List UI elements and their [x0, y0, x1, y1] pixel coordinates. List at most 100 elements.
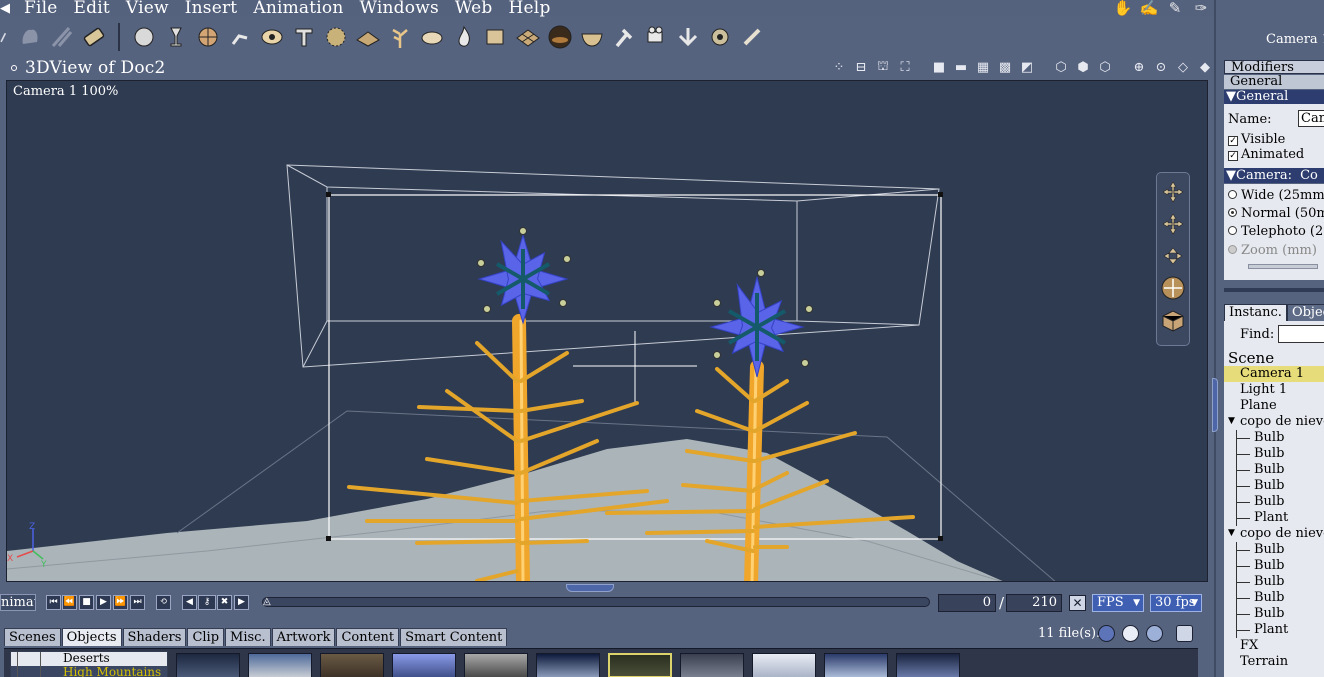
total-frames-field[interactable]: 210 — [1006, 594, 1062, 612]
group-icon[interactable] — [672, 21, 704, 53]
visible-checkbox[interactable]: ✓ Visible — [1228, 132, 1285, 147]
rotate-camera-icon[interactable]: ⊕ — [1130, 58, 1148, 76]
hierarchy-row[interactable]: Bulb — [1224, 542, 1324, 558]
frame-rate-dropdown[interactable]: 30 fps ▼ — [1150, 594, 1202, 612]
cube-wire-icon[interactable]: ◇ — [1174, 58, 1192, 76]
library-thumbnail[interactable] — [680, 653, 744, 677]
menu-animation[interactable]: Animation — [245, 0, 351, 17]
lens-telephoto-radio[interactable]: Telephoto (200mm) — [1228, 224, 1324, 239]
next-key-button[interactable]: ▶ — [234, 595, 249, 610]
metaball-icon[interactable] — [192, 21, 224, 53]
go-to-end-button[interactable]: ⏭ — [130, 595, 145, 610]
3d-viewport[interactable]: Z X Y Camera 1 100% — [6, 80, 1208, 582]
expand-triangle-icon[interactable]: ▼ — [1228, 414, 1235, 429]
lathe-object-icon[interactable] — [160, 21, 192, 53]
library-thumbnail[interactable] — [752, 653, 816, 677]
tab-clip[interactable]: Clip — [187, 628, 225, 646]
current-frame-field[interactable]: 0 — [938, 594, 996, 612]
camera-section-header[interactable]: ▼Camera: Co — [1224, 168, 1324, 183]
timeline-options-button[interactable]: ✕ — [1069, 595, 1086, 611]
library-menu-icon[interactable] — [1176, 625, 1193, 642]
hierarchy-row[interactable]: FX — [1224, 638, 1324, 654]
window-close-icon[interactable] — [11, 65, 17, 71]
hierarchy-row[interactable]: Camera 1 — [1224, 366, 1324, 382]
find-field[interactable] — [1278, 325, 1324, 343]
library-thumbnail[interactable] — [176, 653, 240, 677]
hierarchy-row[interactable]: Bulb — [1224, 574, 1324, 590]
target-icon[interactable] — [704, 21, 736, 53]
cube-solid-icon[interactable]: ◆ — [1196, 58, 1214, 76]
link-tool-icon[interactable] — [46, 21, 78, 53]
text-object-icon[interactable] — [288, 21, 320, 53]
scrubber-knob-icon[interactable]: ◬ — [263, 596, 275, 608]
hierarchy-row[interactable]: Bulb — [1224, 446, 1324, 462]
skeleton-icon[interactable] — [224, 21, 256, 53]
brush-tool-icon[interactable]: ✑ — [1188, 0, 1214, 17]
tab-misc[interactable]: Misc. — [225, 628, 271, 646]
fire-icon[interactable] — [448, 21, 480, 53]
menu-windows[interactable]: Windows — [352, 0, 447, 17]
play-button[interactable]: ▶ — [96, 595, 111, 610]
transform-icon[interactable]: ⊙ — [1152, 58, 1170, 76]
panel-splitter[interactable] — [1224, 288, 1324, 292]
four-views-icon[interactable]: ▩ — [996, 58, 1014, 76]
tab-objects[interactable]: Objects — [61, 628, 122, 646]
dolly-icon[interactable] — [1158, 241, 1188, 271]
tab-instances[interactable]: Instanc. — [1224, 304, 1287, 321]
hierarchy-row[interactable]: Bulb — [1224, 494, 1324, 510]
expand-triangle-icon[interactable]: ▼ — [1228, 526, 1235, 541]
add-key-button[interactable]: ⚷ — [198, 595, 216, 610]
scale-tool-icon[interactable]: ✍ — [1136, 0, 1162, 17]
library-thumbnail[interactable] — [536, 653, 600, 677]
menu-edit[interactable]: Edit — [66, 0, 118, 17]
grab-tool-icon[interactable] — [14, 21, 46, 53]
app-menu-icon[interactable]: ◀ — [0, 1, 16, 16]
hierarchy-row[interactable]: ▼ copo de nieve — [1224, 526, 1324, 542]
library-thumbnail[interactable] — [608, 653, 672, 677]
trackball-icon[interactable] — [1158, 273, 1188, 303]
wire-mode-icon[interactable]: ⬢ — [1074, 58, 1092, 76]
menu-file[interactable]: File — [16, 0, 66, 17]
facet-mesh-icon[interactable] — [512, 21, 544, 53]
menu-view[interactable]: View — [118, 0, 177, 17]
layout-icon[interactable]: ⊟ — [852, 58, 870, 76]
hierarchy-row[interactable]: Plant — [1224, 622, 1324, 638]
sky-sphere-icon[interactable] — [544, 21, 576, 53]
boolean-icon[interactable] — [480, 21, 512, 53]
menu-help[interactable]: Help — [501, 0, 559, 17]
tab-smart-content[interactable]: Smart Content — [400, 628, 508, 646]
tab-content[interactable]: Content — [336, 628, 400, 646]
hierarchy-row[interactable]: Bulb — [1224, 462, 1324, 478]
library-thumbnail[interactable] — [824, 653, 888, 677]
hierarchy-row[interactable]: Plane — [1224, 398, 1324, 414]
go-to-start-button[interactable]: ⏮ — [46, 595, 61, 610]
library-thumbnail[interactable] — [392, 653, 456, 677]
hierarchy-row[interactable]: Bulb — [1224, 430, 1324, 446]
three-views-icon[interactable]: ▦ — [974, 58, 992, 76]
animate-button[interactable]: nimate — [0, 594, 36, 611]
zoom-radio[interactable]: Zoom (mm) — [1228, 243, 1317, 258]
single-view-icon[interactable]: ■ — [930, 58, 948, 76]
cloud-icon[interactable] — [416, 21, 448, 53]
hidden-line-icon[interactable]: ⬡ — [1096, 58, 1114, 76]
tab-objects-hierarchy[interactable]: Object — [1286, 304, 1324, 321]
bowl-icon[interactable] — [576, 21, 608, 53]
hierarchy-row[interactable]: Bulb — [1224, 590, 1324, 606]
camera-view-cube-icon[interactable] — [1158, 305, 1188, 335]
hierarchy-row[interactable]: ▼ copo de nieve — [1224, 414, 1324, 430]
hierarchy-row[interactable]: Plant — [1224, 510, 1324, 526]
modifiers-header[interactable]: Modifiers — [1224, 60, 1324, 74]
box-mode-icon[interactable]: ⬡ — [1052, 58, 1070, 76]
library-thumbnail[interactable] — [464, 653, 528, 677]
terrain-icon[interactable] — [352, 21, 384, 53]
particle-icon[interactable] — [320, 21, 352, 53]
hierarchy-row[interactable]: Light 1 — [1224, 382, 1324, 398]
walk-mode-icon[interactable]: ⛫ — [874, 58, 892, 76]
small-thumbs-icon[interactable] — [1098, 625, 1115, 642]
hierarchy-row[interactable]: Bulb — [1224, 606, 1324, 622]
library-thumbnail[interactable] — [896, 653, 960, 677]
tab-artwork[interactable]: Artwork — [271, 628, 336, 646]
fullscreen-icon[interactable]: ⛶ — [896, 58, 914, 76]
hierarchy-row[interactable]: Bulb — [1224, 558, 1324, 574]
sphere-primitive-icon[interactable] — [128, 21, 160, 53]
